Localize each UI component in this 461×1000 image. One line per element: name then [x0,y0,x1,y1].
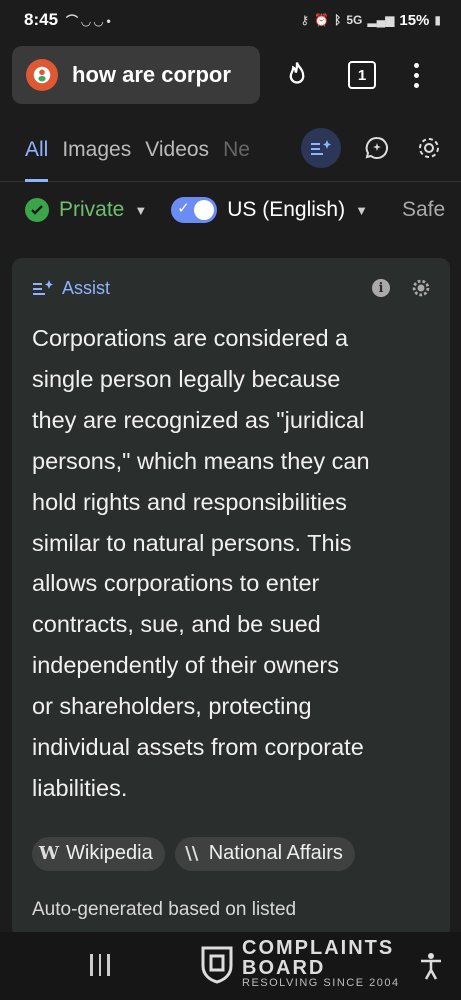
answer-line: persons," which means they can [32,447,370,474]
status-bar: 8:45 ⌒ ◡ ◡ • ⚷ ⏰ ᛒ 5G ▂▄▆ 15% ▮ [0,0,461,40]
search-tabs: All Images Videos Ne [0,118,461,182]
answer-line: they are recognized as "juridical [32,406,365,433]
duckduckgo-logo-icon [26,59,58,91]
wikipedia-icon: W [38,843,60,865]
answer-line: contracts, sue, and be sued [32,611,321,638]
region-chevron-down-icon[interactable]: ▼ [355,203,368,218]
status-left: 8:45 ⌒ ◡ ◡ • [24,10,300,30]
assist-settings-gear-icon[interactable] [412,279,430,297]
signal-icon: ▂▄▆ [367,13,395,27]
source-chip-wikipedia[interactable]: W Wikipedia [32,836,165,871]
answer-line: independently of their owners [32,652,340,679]
battery-icon: ▮ [434,13,441,27]
source-label: Wikipedia [66,842,153,865]
region-toggle[interactable]: ✓ [171,197,218,223]
national-affairs-icon: \\ [185,843,199,865]
auto-generated-note: Auto-generated based on listed [32,898,297,920]
answer-line: allows corporations to enter [32,570,320,597]
tab-count-button[interactable]: 1 [348,61,376,89]
settings-gear-icon[interactable] [413,132,445,164]
answer-line: Corporations are considered a [32,325,349,351]
watermark-line1: COMPLAINTS [242,937,395,959]
fire-icon[interactable] [282,60,312,90]
private-check-icon [25,198,49,222]
search-header: how are corpor 1 [0,40,461,110]
tab-icons [301,128,445,168]
watermark-text: COMPLAINTS BOARD RESOLVING SINCE 2004 [242,938,400,989]
watermark: COMPLAINTS BOARD RESOLVING SINCE 2004 [200,938,400,989]
header-actions: 1 [282,60,420,90]
safe-search-label[interactable]: Safe [402,198,445,222]
info-icon[interactable]: i [372,279,390,297]
answer-line: or shareholders, protecting [32,693,312,720]
system-nav-bar: COMPLAINTS BOARD RESOLVING SINCE 2004 [0,932,461,1000]
filter-row: Private ▼ ✓ US (English) ▼ Safe [0,190,461,230]
bluetooth-icon: ᛒ [334,13,342,27]
shield-icon [201,946,233,984]
alarm-icon: ⏰ [314,13,330,27]
toggle-knob [194,200,215,220]
answer-line: liabilities. [32,774,128,801]
answer-line: individual assets from corporate [32,734,364,761]
recents-icon[interactable] [90,954,114,978]
key-icon: ⚷ [300,13,310,27]
tab-videos[interactable]: Videos [145,118,209,182]
watermark-tagline: RESOLVING SINCE 2004 [242,977,400,989]
notification-icons: ⌒ ◡ ◡ • [66,13,111,28]
tab-images[interactable]: Images [62,118,131,182]
network-label: 5G [346,13,363,27]
answer-line: hold rights and responsibilities [32,488,347,515]
accessibility-icon[interactable] [419,952,443,980]
assist-icon [33,280,53,295]
tab-news[interactable]: Ne [223,118,250,182]
chevron-down-icon[interactable]: ▼ [134,203,147,218]
source-label: National Affairs [208,842,343,865]
battery-percent: 15% [399,11,430,29]
status-time: 8:45 [24,10,59,29]
watermark-line2: BOARD [242,957,326,979]
assist-card: Assist i Corporations are considered a s… [12,258,450,938]
assist-answer: Corporations are considered a single per… [12,318,450,809]
tab-all[interactable]: All [25,118,49,182]
more-menu-icon[interactable] [412,62,420,88]
chat-icon[interactable] [361,132,393,164]
source-chip-national-affairs[interactable]: \\ National Affairs [174,836,355,871]
status-right: ⚷ ⏰ ᛒ 5G ▂▄▆ 15% ▮ [300,12,441,29]
assist-card-header: Assist i [12,258,450,318]
source-chips: W Wikipedia \\ National Affairs [12,836,450,871]
answer-line: single person legally because [32,365,341,392]
assist-label: Assist [62,277,111,298]
search-bar[interactable]: how are corpor [12,46,260,104]
search-query[interactable]: how are corpor [72,62,231,88]
answer-line: similar to natural persons. This [32,529,352,556]
private-label[interactable]: Private [59,198,124,222]
check-icon: ✓ [177,200,190,217]
assist-sparkle-icon[interactable] [301,128,341,168]
region-label[interactable]: US (English) [227,198,345,222]
